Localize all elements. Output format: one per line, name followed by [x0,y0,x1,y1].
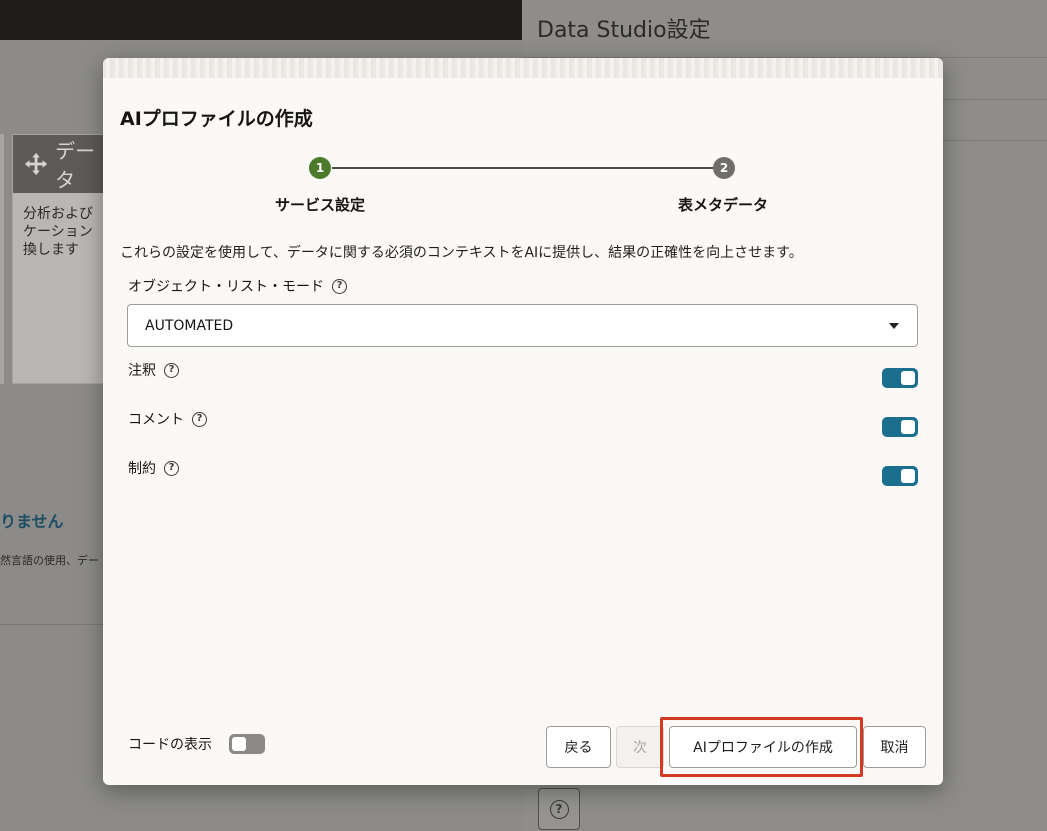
background-card-line: 換します [23,242,79,258]
background-notice-title: りません [0,512,64,531]
toggle-knob [232,737,246,751]
help-icon[interactable]: ? [332,278,347,294]
dialog-description: これらの設定を使用して、データに関する必須のコンテキストをAIに提供し、結果の正… [120,245,803,261]
step-1-indicator[interactable]: 1 [309,157,331,179]
help-icon[interactable]: ? [164,460,179,476]
background-card-body: 分析および ケーション 換します [13,193,111,271]
stepper-line [332,167,724,169]
caret-down-icon [889,322,899,329]
background-notice-desc: 然言語の使用、デー [0,554,99,567]
move-arrows-icon [24,152,48,176]
toggle-knob [901,420,915,434]
show-code-toggle[interactable] [229,734,265,754]
step-1-label: サービス設定 [275,196,366,214]
object-list-mode-select[interactable]: AUTOMATED [127,304,918,347]
toggle-knob [901,371,915,385]
object-list-mode-label-row: オブジェクト・リスト・モード ? [128,276,347,296]
comments-label-row: コメント ? [128,409,207,429]
background-card-line: 分析および [23,206,93,222]
comments-toggle[interactable] [882,417,918,437]
background-card[interactable]: データ 分析および ケーション 換します [12,134,112,384]
step-2-indicator[interactable]: 2 [713,157,735,179]
constraints-toggle[interactable] [882,466,918,486]
dialog-title: AIプロファイルの作成 [120,108,313,130]
help-icon: ? [549,799,569,819]
help-icon[interactable]: ? [192,411,207,427]
create-ai-profile-dialog: AIプロファイルの作成 1 2 サービス設定 表メタデータ これらの設定を使用し… [103,58,943,785]
side-panel-title: Data Studio設定 [537,18,711,43]
back-button[interactable]: 戻る [546,726,611,768]
constraints-label: 制約 [128,461,156,477]
annotations-label-row: 注釈 ? [128,360,179,380]
comments-label: コメント [128,412,184,428]
create-button-highlight [660,717,863,777]
app-header-bar [0,0,522,40]
step-2-label: 表メタデータ [678,196,769,214]
object-list-mode-label: オブジェクト・リスト・モード [128,279,324,295]
side-panel-help-button[interactable]: ? [538,788,580,830]
annotations-label: 注釈 [128,363,156,379]
show-code-label-row: コードの表示 [128,734,212,754]
dialog-header-texture [103,58,943,78]
cancel-button[interactable]: 取消 [863,726,926,768]
help-icon[interactable]: ? [164,362,179,378]
show-code-label: コードの表示 [128,737,212,753]
background-card-line: ケーション [23,224,93,240]
toggle-knob [901,469,915,483]
constraints-label-row: 制約 ? [128,458,179,478]
card-edge [0,134,4,384]
background-card-header: データ [13,135,111,193]
next-button[interactable]: 次 [616,726,664,768]
object-list-mode-value: AUTOMATED [145,317,234,334]
annotations-toggle[interactable] [882,368,918,388]
